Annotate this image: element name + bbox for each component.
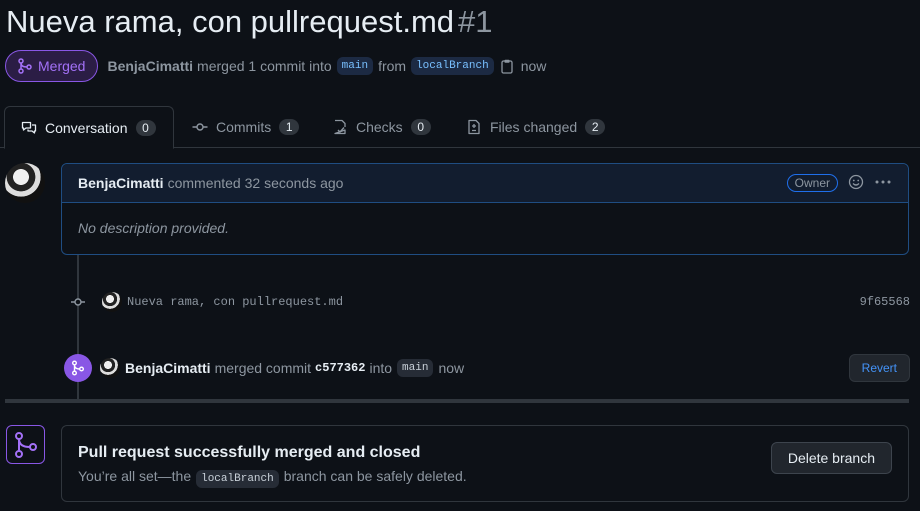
git-merge-icon (64, 354, 92, 382)
merge-author[interactable]: BenjaCimatti (125, 360, 211, 376)
merged-state-badge: Merged (5, 50, 99, 82)
smiley-icon[interactable] (848, 174, 864, 193)
head-branch[interactable]: localBranch (411, 57, 494, 75)
tab-label: Checks (356, 119, 403, 135)
merge-into-text: into (369, 360, 393, 376)
merge-status-subtext: You’re all set—the localBranch branch can … (78, 468, 892, 488)
git-merge-icon (18, 58, 32, 74)
git-commit-icon (68, 294, 88, 310)
file-diff-icon (468, 119, 480, 135)
pr-meta: Merged BenjaCimatti merged 1 commit into… (5, 50, 546, 82)
comment-discussion-icon (21, 121, 37, 134)
tab-files-changed[interactable]: Files changed 2 (450, 106, 621, 148)
commit-message[interactable]: Nueva rama, con pullrequest.md (127, 295, 343, 309)
comment-header: BenjaCimatti commented 32 seconds ago Ow… (62, 164, 908, 203)
timeline-divider (5, 399, 909, 403)
commit-row: Nueva rama, con pullrequest.md 9f65568 (68, 290, 910, 314)
pr-description-comment: BenjaCimatti commented 32 seconds ago Ow… (61, 163, 909, 255)
pr-title-text: Nueva rama, con pullrequest.md (6, 4, 455, 39)
comment-body: No description provided. (78, 220, 229, 236)
checklist-icon (334, 119, 346, 135)
merge-target-branch[interactable]: main (397, 359, 434, 377)
tab-checks[interactable]: Checks 0 (316, 106, 447, 148)
owner-badge: Owner (786, 174, 838, 192)
from-text: from (378, 58, 407, 74)
base-branch[interactable]: main (336, 57, 374, 75)
delete-branch-button[interactable]: Delete branch (770, 442, 892, 474)
commit-sha[interactable]: 9f65568 (860, 295, 910, 309)
kebab-horizontal-icon[interactable] (874, 174, 892, 193)
tab-counter: 0 (135, 119, 156, 136)
merge-status-icon-box (6, 425, 45, 464)
tab-label: Conversation (45, 119, 128, 136)
git-merge-icon (14, 431, 37, 458)
comment-author[interactable]: BenjaCimatti (78, 175, 164, 191)
merge-sub-suffix: branch can be safely deleted. (283, 468, 467, 484)
copy-icon[interactable] (501, 59, 513, 74)
deletable-branch[interactable]: localBranch (196, 470, 279, 488)
tab-counter: 1 (279, 119, 300, 135)
tab-label: Files changed (490, 119, 578, 135)
merge-event-text: merged commit (214, 360, 312, 376)
comment-action: commented 32 seconds ago (167, 175, 344, 191)
merged-by-user[interactable]: BenjaCimatti (107, 58, 193, 74)
merge-status-heading: Pull request successfully merged and clo… (78, 444, 421, 461)
merge-commit-sha[interactable]: c577362 (315, 361, 365, 375)
merge-time: now (520, 58, 547, 74)
tab-counter: 0 (410, 119, 431, 135)
pr-title: Nueva rama, con pullrequest.md #1 (6, 4, 493, 40)
merge-text: merged 1 commit into (197, 58, 332, 74)
avatar[interactable] (5, 163, 45, 203)
tab-conversation[interactable]: Conversation 0 (4, 106, 174, 149)
tab-commits[interactable]: Commits 1 (176, 106, 315, 148)
tab-label: Commits (216, 119, 272, 135)
merge-status-box: Pull request successfully merged and clo… (61, 425, 909, 502)
state-label: Merged (38, 58, 86, 74)
revert-button[interactable]: Revert (848, 354, 910, 382)
tab-counter: 2 (585, 119, 606, 135)
commit-author-avatar[interactable] (102, 292, 122, 312)
pr-tabs: Conversation 0 Commits 1 Checks 0 Files … (0, 106, 920, 149)
merged-event: BenjaCimatti merged commit c577362 into … (64, 353, 910, 383)
git-commit-icon (192, 123, 208, 131)
pr-number: #1 (458, 4, 493, 39)
merge-sub-prefix: You’re all set—the (78, 468, 192, 484)
merger-avatar[interactable] (100, 358, 120, 378)
merge-event-time: now (438, 360, 465, 376)
